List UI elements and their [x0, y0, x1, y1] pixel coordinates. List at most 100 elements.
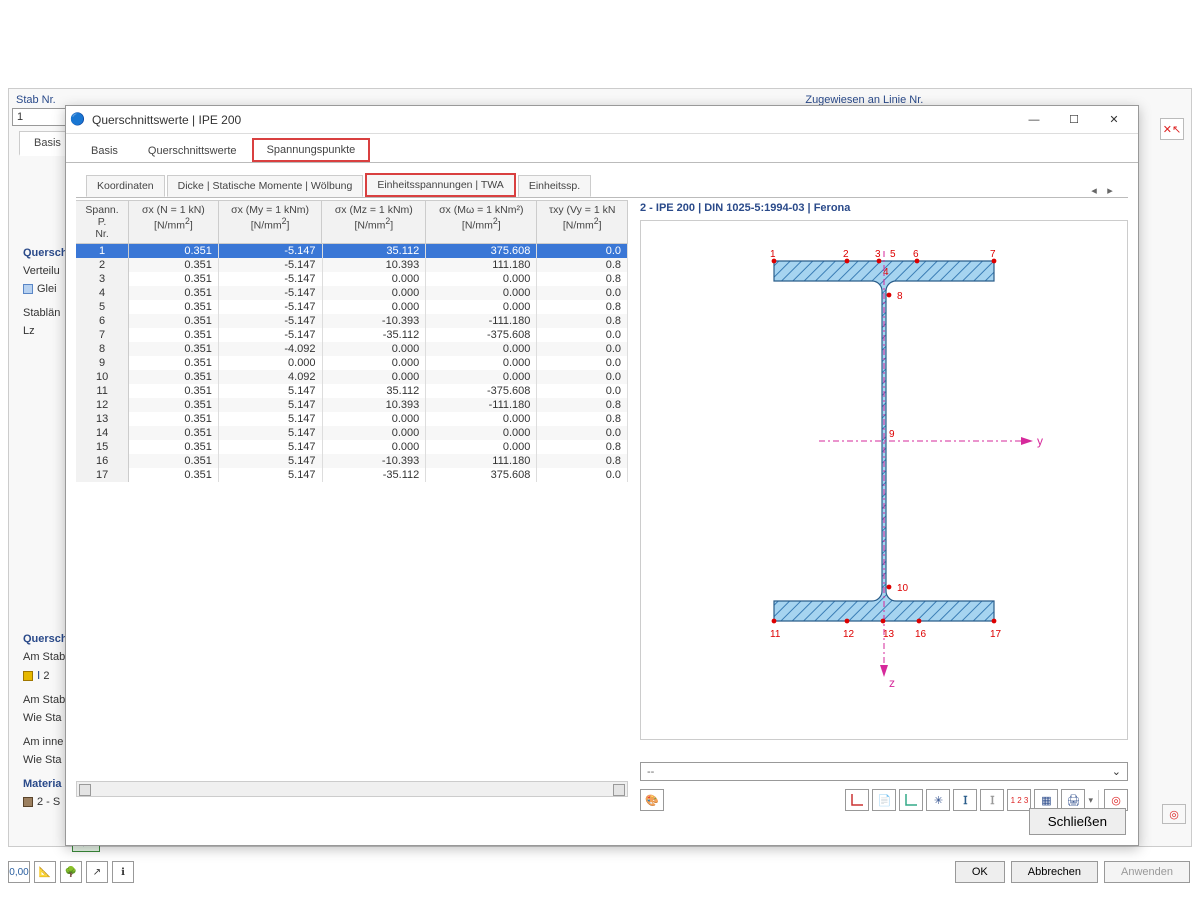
table-cell: 0.000	[426, 300, 537, 314]
table-cell: 0.000	[426, 356, 537, 370]
table-row[interactable]: 140.3515.1470.0000.0000.0	[76, 426, 628, 440]
table-cell: 0.0	[537, 468, 628, 482]
close-button[interactable]: ✕	[1094, 108, 1134, 132]
tb-help[interactable]: ℹ	[112, 861, 134, 883]
wiest2-row: Wie Sta	[23, 754, 68, 766]
axes-button[interactable]	[845, 789, 869, 811]
table-cell: 5.147	[219, 412, 323, 426]
lz-row: Lz	[23, 325, 68, 337]
table-row[interactable]: 60.351-5.147-10.393-111.1800.8	[76, 314, 628, 328]
table-row[interactable]: 10.351-5.14735.112375.6080.0	[76, 244, 628, 258]
col-header-4[interactable]: σx (Mω = 1 kNm²)[N/mm2]	[426, 201, 537, 244]
col-header-2[interactable]: σx (My = 1 kNm)[N/mm2]	[219, 201, 323, 244]
table-row[interactable]: 20.351-5.14710.393111.1800.8	[76, 258, 628, 272]
dims-button[interactable]	[899, 789, 923, 811]
horizontal-scrollbar[interactable]	[76, 781, 628, 797]
table-cell: -111.180	[426, 398, 537, 412]
table-cell: -5.147	[219, 244, 323, 258]
col-header-0[interactable]: Spann. P.Nr.	[76, 201, 129, 244]
table-cell: 0.351	[129, 370, 219, 384]
subtab-koordinaten[interactable]: Koordinaten	[86, 175, 165, 197]
table-cell: 0.351	[129, 384, 219, 398]
svg-text:2: 2	[843, 249, 849, 260]
table-row[interactable]: 150.3515.1470.0000.0000.8	[76, 440, 628, 454]
table-cell: -5.147	[219, 286, 323, 300]
section-blue-button[interactable]: Ⅰ	[953, 789, 977, 811]
gleich-swatch	[23, 284, 33, 294]
table-row[interactable]: 30.351-5.1470.0000.0000.8	[76, 272, 628, 286]
amstab1-swatch	[23, 671, 33, 681]
colormap-button[interactable]: 🎨	[640, 789, 664, 811]
tb-cursor[interactable]: ↗	[86, 861, 108, 883]
subtab-scroll-right[interactable]: ▸	[1102, 184, 1118, 197]
svg-text:y: y	[1037, 434, 1043, 448]
sep-icon	[1098, 790, 1099, 810]
subtab-einheitssp-extra[interactable]: Einheitssp.	[518, 175, 591, 197]
col-header-5[interactable]: τxy (Vy = 1 kN[N/mm2]	[537, 201, 628, 244]
quersch-sect1: Quersch	[23, 247, 68, 259]
ok-button[interactable]: OK	[955, 861, 1005, 883]
table-cell: 0.351	[129, 328, 219, 342]
table-row[interactable]: 130.3515.1470.0000.0000.8	[76, 412, 628, 426]
tab-spannungspunkte[interactable]: Spannungspunkte	[252, 138, 371, 162]
table-cell: 0.000	[323, 272, 427, 286]
table-cell: 3	[76, 272, 129, 286]
col-header-3[interactable]: σx (Mz = 1 kNm)[N/mm2]	[322, 201, 426, 244]
table-cell: 0.000	[426, 440, 537, 454]
table-row[interactable]: 170.3515.147-35.112375.6080.0	[76, 468, 628, 482]
table-cell: 0.8	[537, 272, 628, 286]
table-row[interactable]: 160.3515.147-10.393111.1800.8	[76, 454, 628, 468]
table-row[interactable]: 70.351-5.147-35.112-375.6080.0	[76, 328, 628, 342]
table-row[interactable]: 40.351-5.1470.0000.0000.0	[76, 286, 628, 300]
table-cell: 0.8	[537, 398, 628, 412]
table-cell: 5.147	[219, 468, 323, 482]
table-cell: 0.0	[537, 244, 628, 258]
tb-member[interactable]: 📐	[34, 861, 56, 883]
subtab-einheitsspannungen-twa[interactable]: Einheitsspannungen | TWA	[365, 173, 515, 197]
minimize-button[interactable]: —	[1014, 108, 1054, 132]
table-cell: 1	[76, 244, 129, 258]
abbrechen-button[interactable]: Abbrechen	[1011, 861, 1098, 883]
table-cell: 375.608	[426, 468, 537, 482]
maximize-button[interactable]: ☐	[1054, 108, 1094, 132]
table-cell: 0.000	[426, 286, 537, 300]
tab-basis[interactable]: Basis	[76, 139, 133, 162]
table-cell: 10.393	[323, 398, 427, 412]
tb-000[interactable]: 0,00	[8, 861, 30, 883]
subtab-scroll-left[interactable]: ◂	[1086, 184, 1102, 197]
table-row[interactable]: 50.351-5.1470.0000.0000.8	[76, 300, 628, 314]
anwenden-button[interactable]: Anwenden	[1104, 861, 1190, 883]
table-cell: 35.112	[323, 244, 427, 258]
subtab-dicke[interactable]: Dicke | Statische Momente | Wölbung	[167, 175, 364, 197]
table-row[interactable]: 120.3515.14710.393-111.1800.8	[76, 398, 628, 412]
table-row[interactable]: 100.3514.0920.0000.0000.0	[76, 370, 628, 384]
table-cell: -10.393	[323, 454, 427, 468]
display-dropdown[interactable]: --⌄	[640, 762, 1128, 781]
table-cell: 13	[76, 412, 129, 426]
table-row[interactable]: 110.3515.14735.112-375.6080.0	[76, 384, 628, 398]
table-cell: 0.000	[323, 370, 427, 384]
clear-selection-button[interactable]: ✕↖	[1160, 118, 1184, 140]
section-gray-button[interactable]: Ⅰ	[980, 789, 1004, 811]
table-cell: 5.147	[219, 426, 323, 440]
table-cell: 5	[76, 300, 129, 314]
schliessen-button[interactable]: Schließen	[1029, 808, 1126, 835]
values-button[interactable]: 📄	[872, 789, 896, 811]
col-header-1[interactable]: σx (N = 1 kN)[N/mm2]	[129, 201, 219, 244]
principal-button[interactable]: ✳	[926, 789, 950, 811]
table-cell: -375.608	[426, 328, 537, 342]
svg-text:7: 7	[990, 249, 996, 260]
tab-querschnittswerte[interactable]: Querschnittswerte	[133, 139, 252, 162]
table-cell: 0.351	[129, 412, 219, 426]
table-row[interactable]: 90.3510.0000.0000.0000.0	[76, 356, 628, 370]
tb-tree[interactable]: 🌳	[60, 861, 82, 883]
table-row[interactable]: 80.351-4.0920.0000.0000.0	[76, 342, 628, 356]
table-cell: 0.0	[537, 384, 628, 398]
table-cell: 0.000	[323, 440, 427, 454]
target-button[interactable]: ◎	[1162, 804, 1186, 824]
svg-text:5: 5	[890, 249, 896, 260]
table-cell: 0.8	[537, 454, 628, 468]
table-cell: 0.8	[537, 314, 628, 328]
amstab2-row: Am Stab	[23, 694, 68, 706]
table-cell: 4.092	[219, 370, 323, 384]
